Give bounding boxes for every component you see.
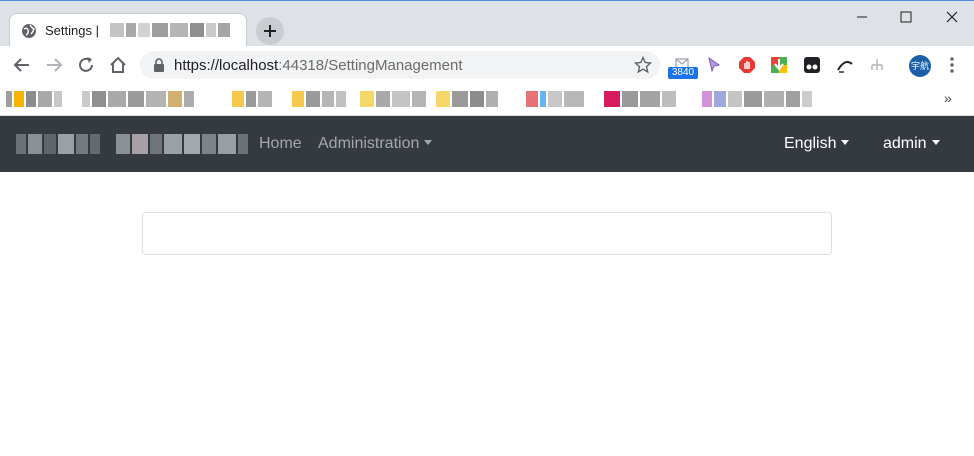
maximize-icon[interactable]: [896, 7, 916, 27]
caret-down-icon: [931, 140, 940, 145]
bookmark-item[interactable]: [360, 91, 426, 107]
browser-toolbar: https://localhost:44318/SettingManagemen…: [0, 46, 974, 84]
app-navbar: Home Administration English admin: [0, 116, 974, 172]
user-menu-dropdown[interactable]: admin: [883, 135, 940, 153]
adblock-icon[interactable]: [738, 56, 756, 74]
url-host: https://localhost: [174, 57, 279, 74]
bookmark-item[interactable]: [82, 91, 194, 107]
cursor-extension-icon[interactable]: [705, 56, 723, 74]
plus-icon: [264, 25, 276, 37]
browser-tab[interactable]: Settings |: [9, 13, 247, 47]
caret-down-icon: [841, 140, 850, 145]
new-tab-button[interactable]: [256, 17, 284, 45]
close-window-icon[interactable]: [942, 7, 962, 27]
bookmark-item[interactable]: [604, 91, 676, 107]
extension-badge: 3840: [668, 67, 698, 79]
bookmark-star-icon[interactable]: [634, 56, 652, 74]
bookmark-item[interactable]: [526, 91, 584, 107]
nav-administration-label: Administration: [318, 135, 420, 152]
globe-icon: [22, 24, 36, 38]
download-extension-icon[interactable]: [770, 56, 788, 74]
bookmark-item[interactable]: [292, 91, 346, 107]
user-label: admin: [883, 135, 927, 152]
bookmark-item[interactable]: [232, 91, 272, 107]
forward-arrow-icon[interactable]: [44, 55, 64, 75]
language-dropdown[interactable]: English: [784, 135, 850, 153]
url-path: :44318/SettingManagement: [278, 57, 463, 74]
bookmark-item[interactable]: [702, 91, 812, 107]
language-label: English: [784, 135, 837, 152]
reload-icon[interactable]: [76, 55, 96, 75]
tab-title-redacted: [110, 23, 230, 37]
brand-logo[interactable]: [16, 134, 248, 154]
nav-home-link[interactable]: Home: [259, 135, 302, 153]
back-arrow-icon[interactable]: [12, 55, 32, 75]
bookmark-item[interactable]: [6, 91, 62, 107]
minimize-icon[interactable]: [852, 7, 872, 27]
bookmarks-bar: »: [0, 84, 974, 116]
tampermonkey-icon[interactable]: [803, 56, 821, 74]
home-icon[interactable]: [108, 55, 128, 75]
caret-down-icon: [424, 140, 433, 145]
profile-avatar[interactable]: 宇航: [909, 55, 931, 77]
tree-extension-icon[interactable]: [868, 56, 886, 74]
nav-administration-dropdown[interactable]: Administration: [318, 135, 433, 153]
more-menu-icon[interactable]: [946, 56, 958, 74]
lock-icon: [154, 58, 164, 72]
bookmark-item[interactable]: [436, 91, 498, 107]
address-bar[interactable]: https://localhost:44318/SettingManagemen…: [140, 51, 660, 79]
translate-extension-icon[interactable]: [836, 56, 854, 74]
url-text: https://localhost:44318/SettingManagemen…: [174, 57, 463, 74]
browser-titlebar: Settings |: [0, 0, 974, 47]
tab-title: Settings |: [45, 23, 99, 38]
settings-card: [142, 212, 832, 255]
bookmarks-overflow-button[interactable]: »: [944, 90, 952, 106]
